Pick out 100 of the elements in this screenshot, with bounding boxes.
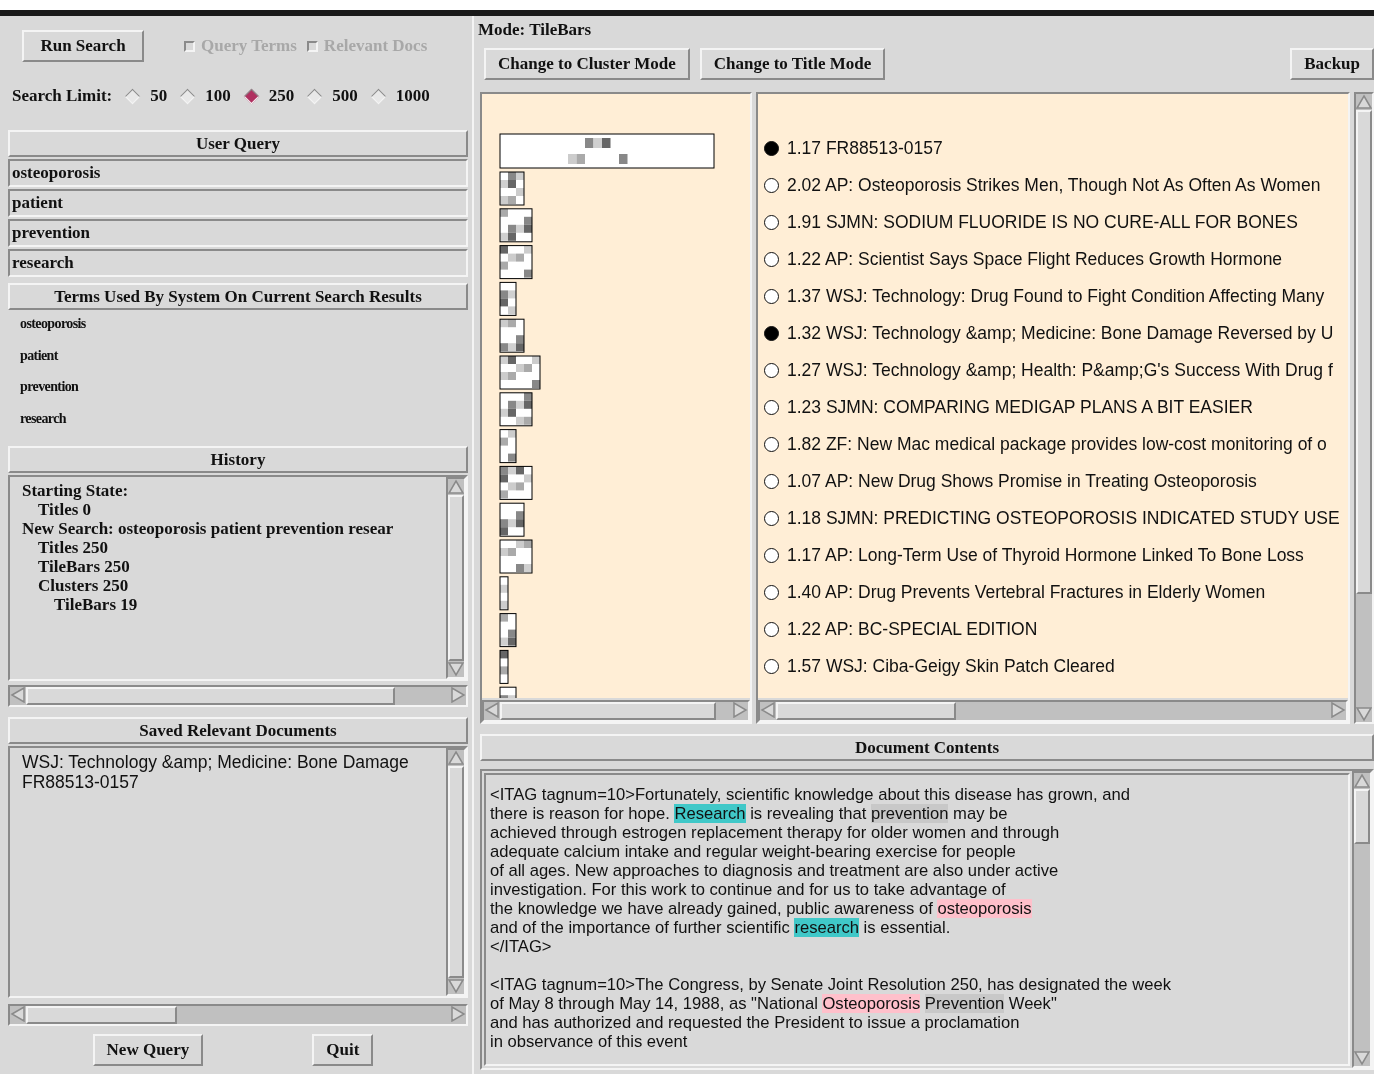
horizontal-scrollbar[interactable]	[8, 1004, 468, 1026]
result-title[interactable]: 1.22 AP: BC-SPECIAL EDITION	[787, 619, 1038, 639]
scroll-right-arrow-icon[interactable]	[1330, 702, 1346, 718]
tilebar[interactable]	[499, 171, 525, 206]
result-title[interactable]: 1.17 FR88513-0157	[787, 138, 943, 158]
search-limit-radio[interactable]: 100	[182, 86, 231, 106]
result-title[interactable]: 1.18 SJMN: PREDICTING OSTEOPOROSIS INDICATED STUDY USE	[787, 508, 1340, 528]
result-title[interactable]: 1.23 SJMN: COMPARING MEDIGAP PLANS A BIT EASIER	[787, 397, 1253, 417]
document-line: <ITAG tagnum=10>The Congress, by Senate Joint Resolution 250, has designated the week	[490, 975, 1172, 994]
user-query-header: User Query	[8, 130, 468, 157]
select-radio[interactable]	[764, 289, 779, 304]
select-radio[interactable]	[764, 326, 779, 341]
tilebar[interactable]	[499, 392, 533, 427]
select-radio[interactable]	[764, 548, 779, 563]
result-title[interactable]: 1.07 AP: New Drug Shows Promise in Treating Osteoporosis	[787, 471, 1257, 491]
scroll-up-arrow-icon[interactable]	[448, 750, 464, 766]
horizontal-scrollbar[interactable]	[482, 700, 750, 722]
scroll-up-arrow-icon[interactable]	[1354, 773, 1370, 789]
search-limit-radio[interactable]: 50	[127, 86, 168, 106]
mode-button[interactable]: Change to Cluster Mode	[484, 48, 690, 80]
horizontal-scrollbar[interactable]	[758, 700, 1348, 722]
document-line: in observance of this event	[490, 1032, 689, 1051]
select-radio[interactable]	[764, 659, 779, 674]
run-search-button[interactable]: Run Search	[22, 30, 144, 62]
document-contents-header: Document Contents	[480, 734, 1374, 761]
select-radio[interactable]	[764, 178, 779, 193]
document-line: and has authorized and requested the President to issue a proclamation	[490, 1013, 1021, 1032]
scroll-down-arrow-icon[interactable]	[1354, 1050, 1370, 1066]
scroll-left-arrow-icon[interactable]	[10, 1006, 26, 1022]
vertical-scrollbar[interactable]	[1354, 92, 1374, 724]
document-line: there is reason for hope. Research is revealing that prevention may be	[490, 804, 1009, 823]
scroll-right-arrow-icon[interactable]	[450, 687, 466, 703]
query-term-field[interactable]: prevention	[8, 219, 468, 247]
scroll-right-arrow-icon[interactable]	[450, 1006, 466, 1022]
tilebar[interactable]	[499, 208, 533, 243]
select-radio[interactable]	[764, 511, 779, 526]
result-title[interactable]: 1.22 AP: Scientist Says Space Flight Reduces Growth Hormone	[787, 249, 1283, 269]
select-radio[interactable]	[764, 363, 779, 378]
result-title[interactable]: 2.02 AP: Osteoporosis Strikes Men, Though Not As Often As Women	[787, 175, 1321, 195]
query-term-field[interactable]: research	[8, 249, 468, 277]
quit-button[interactable]: Quit	[312, 1034, 374, 1066]
tilebar[interactable]	[499, 133, 715, 169]
tilebar[interactable]	[499, 429, 517, 464]
scroll-left-arrow-icon[interactable]	[760, 702, 776, 718]
result-title[interactable]: 1.82 ZF: New Mac medical package provides low-cost monitoring of o	[787, 434, 1327, 454]
mode-button[interactable]: Change to Title Mode	[699, 48, 886, 80]
tilebar[interactable]	[499, 465, 533, 500]
scroll-up-arrow-icon[interactable]	[1356, 94, 1372, 110]
document-line: of May 8 through May 14, 1988, as "National Osteoporosis Prevention Week"	[490, 994, 1058, 1013]
saved-document[interactable]: FR88513-0157	[22, 772, 139, 792]
select-radio[interactable]	[764, 215, 779, 230]
tilebar[interactable]	[499, 245, 533, 280]
select-radio[interactable]	[764, 141, 779, 156]
scroll-up-arrow-icon[interactable]	[448, 479, 464, 495]
select-radio[interactable]	[764, 252, 779, 267]
select-radio[interactable]	[764, 622, 779, 637]
tilebar[interactable]	[499, 613, 517, 648]
tilebar[interactable]	[499, 649, 509, 684]
select-radio[interactable]	[764, 437, 779, 452]
search-limit-radio[interactable]: 1000	[372, 86, 430, 106]
scroll-right-arrow-icon[interactable]	[732, 702, 748, 718]
result-title[interactable]: 1.37 WSJ: Technology: Drug Found to Fight Condition Affecting Many	[787, 286, 1325, 306]
result-title[interactable]: 1.91 SJMN: SODIUM FLUORIDE IS NO CURE-ALL FOR BONES	[787, 212, 1298, 232]
result-title[interactable]: 1.17 AP: Long-Term Use of Thyroid Hormone Linked To Bone Loss	[787, 545, 1304, 565]
search-limit-radio[interactable]: 250	[245, 86, 295, 106]
tilebar[interactable]	[499, 576, 509, 611]
document-line: and of the importance of further scientific research is essential.	[490, 918, 952, 937]
search-limit-radio[interactable]: 500	[309, 86, 358, 106]
backup-button[interactable]: Backup	[1290, 48, 1374, 80]
vertical-scrollbar[interactable]	[446, 748, 466, 996]
tilebar[interactable]	[499, 502, 525, 537]
tilebar[interactable]	[499, 318, 525, 353]
vertical-scrollbar[interactable]	[1352, 771, 1372, 1068]
result-title[interactable]: 1.57 WSJ: Ciba-Geigy Skin Patch Cleared	[787, 656, 1115, 676]
new-query-button[interactable]: New Query	[92, 1034, 204, 1066]
result-title[interactable]: 1.40 AP: Drug Prevents Vertebral Fractures in Elderly Women	[787, 582, 1266, 602]
query-term-field[interactable]: osteoporosis	[8, 159, 468, 187]
scroll-down-arrow-icon[interactable]	[448, 978, 464, 994]
query-term-field[interactable]: patient	[8, 189, 468, 217]
scroll-left-arrow-icon[interactable]	[10, 687, 26, 703]
select-radio[interactable]	[764, 585, 779, 600]
history-entry: Clusters 250	[38, 576, 129, 595]
system-term: prevention	[20, 379, 79, 394]
select-radio[interactable]	[764, 474, 779, 489]
tilebar[interactable]	[499, 281, 517, 316]
document-line: the knowledge we have already gained, public awareness of osteoporosis	[490, 899, 1033, 918]
history-entry: New Search: osteoporosis patient prevention resear	[22, 519, 394, 538]
saved-document[interactable]: WSJ: Technology &amp; Medicine: Bone Damage	[22, 752, 409, 772]
result-title[interactable]: 1.32 WSJ: Technology &amp; Medicine: Bone Damage Reversed by U	[787, 323, 1334, 343]
document-line: adequate calcium intake and regular weight-bearing exercise for people	[490, 842, 1017, 861]
history-entry: TileBars 19	[54, 595, 138, 614]
system-term: patient	[20, 347, 58, 363]
scroll-down-arrow-icon[interactable]	[448, 661, 464, 677]
tilebar[interactable]	[499, 355, 541, 390]
scroll-down-arrow-icon[interactable]	[1356, 706, 1372, 722]
vertical-scrollbar[interactable]	[446, 477, 466, 679]
tilebar[interactable]	[499, 539, 533, 574]
result-title[interactable]: 1.27 WSJ: Technology &amp; Health: P&amp;G's Success With Drug f	[787, 360, 1333, 380]
horizontal-scrollbar[interactable]	[8, 685, 468, 707]
select-radio[interactable]	[764, 400, 779, 415]
